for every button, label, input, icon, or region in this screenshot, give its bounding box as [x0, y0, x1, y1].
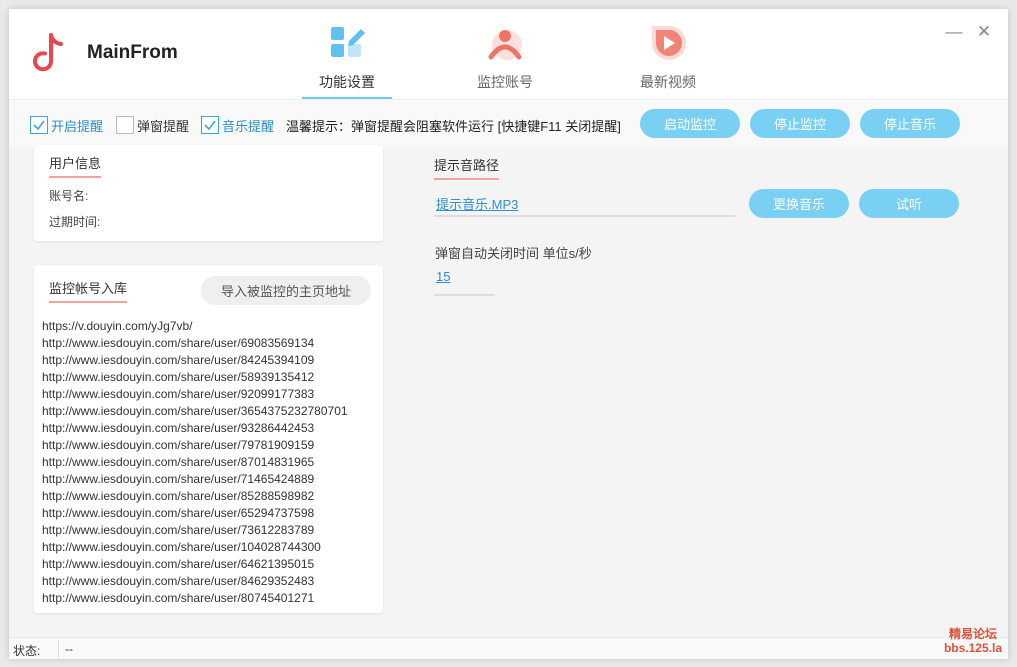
start-monitor-button[interactable]: 启动监控	[640, 109, 740, 138]
url-line: http://www.iesdouyin.com/share/user/5893…	[42, 370, 315, 384]
url-line: http://www.iesdouyin.com/share/user/9209…	[42, 387, 315, 401]
music-note-logo-icon	[33, 33, 63, 72]
url-line: http://www.iesdouyin.com/share/user/8424…	[42, 353, 315, 367]
status-value: --	[65, 642, 73, 656]
url-line: http://www.iesdouyin.com/share/user/6529…	[42, 506, 315, 520]
tab-label: 功能设置	[319, 74, 375, 90]
sound-path-value[interactable]: 提示音乐.MP3	[436, 194, 518, 213]
user-info-card: 用户信息 账号名: 过期时间:	[34, 145, 383, 241]
checkbox-label: 开启提醒	[51, 118, 104, 134]
preview-sound-button[interactable]: 试听	[859, 189, 959, 218]
url-line: http://www.iesdouyin.com/share/user/3654…	[42, 404, 348, 418]
watermark-line-1: 精易论坛	[948, 627, 997, 641]
monitored-url-textarea[interactable]: https://v.douyin.com/yJg7vb/ http://www.…	[42, 318, 382, 607]
checkbox-label: 弹窗提醒	[137, 118, 190, 134]
checkmark-icon	[33, 120, 45, 131]
url-line: http://www.iesdouyin.com/share/user/8528…	[42, 489, 315, 503]
url-line: http://www.iesdouyin.com/share/user/6908…	[42, 336, 315, 350]
change-music-button[interactable]: 更换音乐	[749, 189, 849, 218]
checkbox-box	[116, 116, 134, 134]
status-label: 状态:	[13, 644, 41, 658]
app-title: MainFrom	[87, 42, 178, 63]
minimize-button[interactable]: —	[945, 23, 963, 41]
popup-close-time-value[interactable]: 15	[436, 269, 450, 284]
user-account-icon	[488, 30, 522, 60]
url-line: http://www.iesdouyin.com/share/user/7146…	[42, 472, 315, 486]
sound-path-title: 提示音路径	[434, 155, 500, 180]
status-divider	[58, 640, 59, 658]
settings-grid-icon	[331, 27, 365, 57]
url-line: http://www.iesdouyin.com/share/user/9328…	[42, 421, 315, 435]
stop-monitor-button[interactable]: 停止监控	[750, 109, 850, 138]
url-line: http://www.iesdouyin.com/share/user/6462…	[42, 557, 315, 571]
account-name-label: 账号名:	[49, 189, 89, 203]
close-button[interactable]: ✕	[975, 23, 993, 41]
checkbox-box	[30, 116, 48, 134]
popup-close-time-underline	[434, 294, 495, 296]
user-info-title: 用户信息	[49, 153, 102, 178]
checkbox-label: 音乐提醒	[222, 118, 275, 134]
tab-label: 监控账号	[477, 74, 533, 90]
url-line: http://www.iesdouyin.com/share/user/7978…	[42, 438, 315, 452]
checkmark-icon	[204, 120, 216, 131]
popup-reminder-checkbox[interactable]: 弹窗提醒	[116, 115, 189, 135]
forum-watermark: 精易论坛 bbs.125.la	[944, 627, 1002, 655]
tab-latest-videos[interactable]: 最新视频	[623, 21, 713, 99]
url-line: http://www.iesdouyin.com/share/user/8701…	[42, 455, 315, 469]
app-window: MainFrom 功能设置 监控账号 最新视频 — ✕ 开启提醒 弹窗提醒 音乐…	[9, 9, 1008, 659]
title-bar: MainFrom 功能设置 监控账号 最新视频 — ✕	[9, 9, 1008, 99]
stop-music-button[interactable]: 停止音乐	[860, 109, 960, 138]
monitor-accounts-title: 监控帐号入库	[49, 278, 128, 303]
url-line: http://www.iesdouyin.com/share/user/8462…	[42, 574, 315, 588]
play-video-icon	[652, 25, 686, 60]
tab-label: 最新视频	[640, 74, 696, 90]
sound-path-field-underline	[434, 215, 735, 217]
url-line: https://v.douyin.com/yJg7vb/	[42, 319, 193, 333]
tab-function-settings[interactable]: 功能设置	[302, 21, 392, 99]
tab-monitor-accounts[interactable]: 监控账号	[460, 21, 550, 99]
import-urls-button[interactable]: 导入被监控的主页地址	[201, 276, 371, 305]
url-line: http://www.iesdouyin.com/share/user/8074…	[42, 591, 315, 605]
expire-time-label: 过期时间:	[49, 215, 101, 229]
checkbox-box	[201, 116, 219, 134]
url-line: http://www.iesdouyin.com/share/user/1040…	[42, 540, 321, 554]
enable-reminder-checkbox[interactable]: 开启提醒	[30, 115, 103, 135]
popup-close-time-label: 弹窗自动关闭时间 单位s/秒	[435, 246, 592, 261]
url-line: http://www.iesdouyin.com/share/user/7361…	[42, 523, 315, 537]
status-bar: 状态: -- 精易论坛 bbs.125.la	[9, 627, 1008, 659]
toolbar: 开启提醒 弹窗提醒 音乐提醒 温馨提示：弹窗提醒会阻塞软件运行 [快捷键F11 …	[9, 99, 1008, 147]
hint-text: 温馨提示：弹窗提醒会阻塞软件运行 [快捷键F11 关闭提醒]	[286, 119, 621, 134]
watermark-line-2: bbs.125.la	[943, 641, 1002, 655]
music-reminder-checkbox[interactable]: 音乐提醒	[201, 115, 274, 135]
